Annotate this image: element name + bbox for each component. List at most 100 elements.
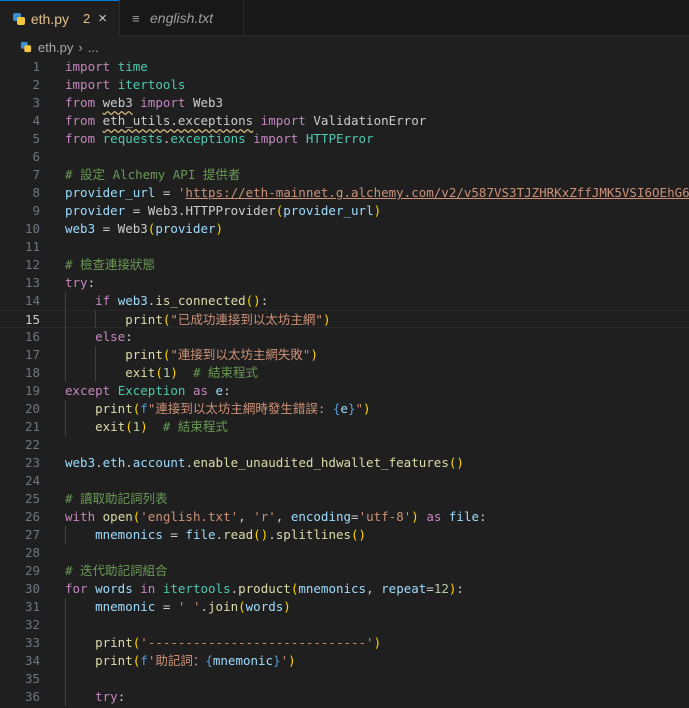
line-number: 28	[24, 545, 40, 560]
code-line[interactable]: 36 try:	[0, 688, 689, 706]
tab-eth-py[interactable]: eth.py 2 ×	[0, 0, 120, 36]
code-token: mnemonics	[95, 527, 163, 542]
code-token: web3	[117, 293, 148, 308]
code-token: eth_utils.exceptions	[102, 113, 254, 128]
code-token: try	[95, 689, 118, 704]
line-number: 2	[32, 77, 40, 92]
code-line[interactable]: 6	[0, 148, 689, 166]
code-token: from	[65, 95, 103, 110]
code-line[interactable]: 35	[0, 670, 689, 688]
line-number: 14	[24, 293, 40, 308]
code-line[interactable]: 21 exit(1) # 結束程式	[0, 418, 689, 436]
code-line[interactable]: 29 # 迭代助記詞組合	[0, 562, 689, 580]
breadcrumb-file[interactable]: eth.py	[38, 40, 73, 55]
code-token: =	[155, 599, 178, 614]
code-token: ()	[245, 293, 261, 308]
line-number: 34	[24, 653, 40, 668]
code-token: =	[155, 185, 178, 200]
code-token: provider	[155, 221, 216, 236]
code-token: '-----------------------------'	[140, 635, 374, 650]
code-text: else:	[65, 328, 133, 346]
code-token: except	[65, 383, 118, 398]
code-token: join	[208, 599, 239, 614]
code-line[interactable]: 32	[0, 616, 689, 634]
code-line[interactable]: 25 # 讀取助記詞列表	[0, 490, 689, 508]
line-number: 11	[24, 239, 40, 254]
code-token: read	[223, 527, 254, 542]
line-number: 20	[24, 401, 40, 416]
code-line[interactable]: 16 else:	[0, 328, 689, 346]
problems-count-badge: 2	[83, 11, 91, 26]
code-token: )	[373, 203, 382, 218]
code-token: product	[238, 581, 291, 596]
line-number: 17	[24, 347, 40, 362]
code-line[interactable]: 11	[0, 238, 689, 256]
line-number: 16	[24, 329, 40, 344]
code-token: words	[95, 581, 133, 596]
code-token: # 檢查連接狀態	[65, 257, 156, 272]
line-number: 9	[32, 203, 40, 218]
code-line[interactable]: 9 provider = Web3.HTTPProvider(provider_u…	[0, 202, 689, 220]
code-line[interactable]: 3 from web3 import Web3	[0, 94, 689, 112]
code-token: (	[238, 599, 246, 614]
code-line[interactable]: 23 web3.eth.account.enable_unaudited_hdwa…	[0, 454, 689, 472]
code-line[interactable]: 4 from eth_utils.exceptions import Valida…	[0, 112, 689, 130]
code-line[interactable]: 26 with open('english.txt', 'r', encoding…	[0, 508, 689, 526]
code-token: .	[95, 455, 103, 470]
tab-bar: eth.py 2 × ≡ english.txt	[0, 0, 689, 36]
code-token: )	[140, 419, 148, 434]
code-token: # 設定 Alchemy API 提供者	[65, 167, 241, 182]
code-token: "已成功連接到以太坊主網"	[170, 312, 323, 327]
code-line[interactable]: 19 except Exception as e:	[0, 382, 689, 400]
code-line[interactable]: 1 import time	[0, 58, 689, 76]
code-line[interactable]: 2 import itertools	[0, 76, 689, 94]
code-token: .	[215, 527, 224, 542]
code-token: # 結束程式	[162, 419, 228, 434]
code-line[interactable]: 8 provider_url = 'https://eth-mainnet.g.a…	[0, 184, 689, 202]
code-line[interactable]: 17 print("連接到以太坊主網失敗")	[0, 346, 689, 364]
line-number: 3	[32, 95, 40, 110]
code-token: {	[205, 653, 213, 668]
code-token: # 結束程式	[192, 365, 259, 380]
code-token: provider_url	[283, 203, 374, 218]
line-number: 33	[24, 635, 40, 650]
code-line[interactable]: 31 mnemonic = ' '.join(words)	[0, 598, 689, 616]
code-token: as	[418, 509, 449, 524]
code-line[interactable]: 15 print("已成功連接到以太坊主網")	[0, 310, 689, 328]
code-line[interactable]: 5 from requests.exceptions import HTTPErr…	[0, 130, 689, 148]
code-line[interactable]: 33 print('-----------------------------'…	[0, 634, 689, 652]
code-token: :	[223, 383, 231, 398]
code-token: mnemonic	[212, 653, 274, 668]
code-line[interactable]: 20 print(f"連接到以太坊主網時發生錯誤: {e}")	[0, 400, 689, 418]
code-editor[interactable]: 1 import time 2 import itertools 3 from web3 …	[0, 58, 689, 708]
code-line[interactable]: 13 try:	[0, 274, 689, 292]
code-token: provider	[65, 203, 126, 218]
code-line[interactable]: 28	[0, 544, 689, 562]
tab-english-txt[interactable]: ≡ english.txt	[120, 0, 244, 36]
code-line[interactable]: 14 if web3.is_connected():	[0, 292, 689, 310]
line-number: 18	[24, 365, 40, 380]
close-tab-icon[interactable]: ×	[98, 10, 107, 27]
code-line[interactable]: 7 # 設定 Alchemy API 提供者	[0, 166, 689, 184]
code-token: mnemonics	[298, 581, 367, 596]
breadcrumb-symbol[interactable]: ...	[88, 40, 99, 55]
code-line[interactable]: 18 exit(1) # 結束程式	[0, 364, 689, 382]
code-token: import	[132, 95, 193, 110]
code-line[interactable]: 12 # 檢查連接狀態	[0, 256, 689, 274]
code-token: enable_unaudited_hdwallet_features	[192, 455, 449, 470]
code-text: provider_url = 'https://eth-mainnet.g.al…	[65, 184, 689, 202]
code-line[interactable]: 22	[0, 436, 689, 454]
code-line[interactable]: 10 web3 = Web3(provider)	[0, 220, 689, 238]
code-line[interactable]: 34 print(f'助記詞：{mnemonic}')	[0, 652, 689, 670]
code-token: exit	[95, 419, 126, 434]
code-token: (	[125, 419, 133, 434]
code-text: print("連接到以太坊主網失敗")	[65, 346, 318, 364]
code-line[interactable]: 27 mnemonics = file.read().splitlines()	[0, 526, 689, 544]
code-line[interactable]: 30 for words in itertools.product(mnemoni…	[0, 580, 689, 598]
line-number: 32	[24, 617, 40, 632]
code-line[interactable]: 24	[0, 472, 689, 490]
